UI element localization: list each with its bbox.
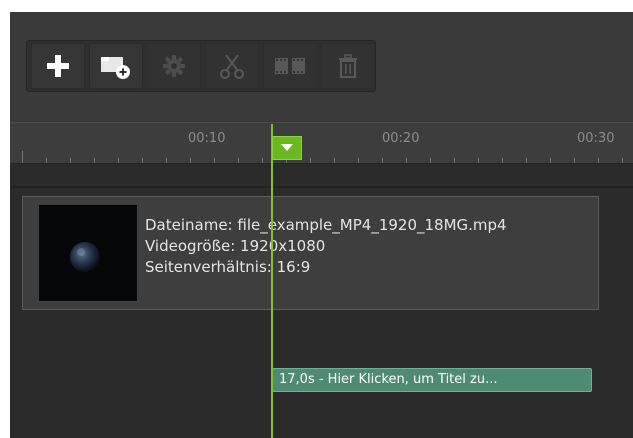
gear-icon [163, 55, 185, 77]
clip-info: Dateiname: file_example_MP4_1920_18MG.mp… [145, 215, 507, 278]
film-strip-icon [275, 58, 305, 74]
scissors-icon [220, 54, 244, 79]
timeline-toolbar [26, 40, 376, 92]
tick-label: 00:20 [382, 131, 420, 146]
clip-aspect-ratio: Seitenverhältnis: 16:9 [145, 258, 311, 276]
playhead-line[interactable] [271, 124, 273, 438]
clip-video-size: Videogröße: 1920x1080 [145, 237, 326, 255]
delete-button[interactable] [321, 43, 375, 89]
tick-label: 00:30 [577, 131, 615, 146]
video-clip[interactable]: Dateiname: file_example_MP4_1920_18MG.mp… [22, 196, 599, 310]
plus-icon [47, 55, 69, 77]
ruler-ticks [22, 151, 623, 163]
title-clip[interactable]: 17,0s - Hier Klicken, um Titel zu... [272, 368, 592, 392]
trash-icon [339, 54, 357, 78]
clip-thumbnail [39, 205, 137, 301]
settings-button[interactable] [147, 43, 201, 89]
add-media-icon [101, 57, 130, 79]
track-divider [10, 186, 633, 188]
video-editor-window: 00:10 00:20 00:30 Dateiname: file_exampl… [10, 12, 633, 438]
chevron-down-icon [281, 144, 293, 151]
add-button[interactable] [31, 43, 85, 89]
earth-thumbnail-image [39, 205, 137, 301]
playhead-handle[interactable] [272, 136, 302, 160]
timeline-ruler[interactable]: 00:10 00:20 00:30 [10, 122, 633, 164]
tick-label: 00:10 [188, 131, 226, 146]
cut-button[interactable] [205, 43, 259, 89]
add-media-button[interactable] [89, 43, 143, 89]
clip-filename: Dateiname: file_example_MP4_1920_18MG.mp… [145, 216, 507, 234]
split-button[interactable] [263, 43, 317, 89]
